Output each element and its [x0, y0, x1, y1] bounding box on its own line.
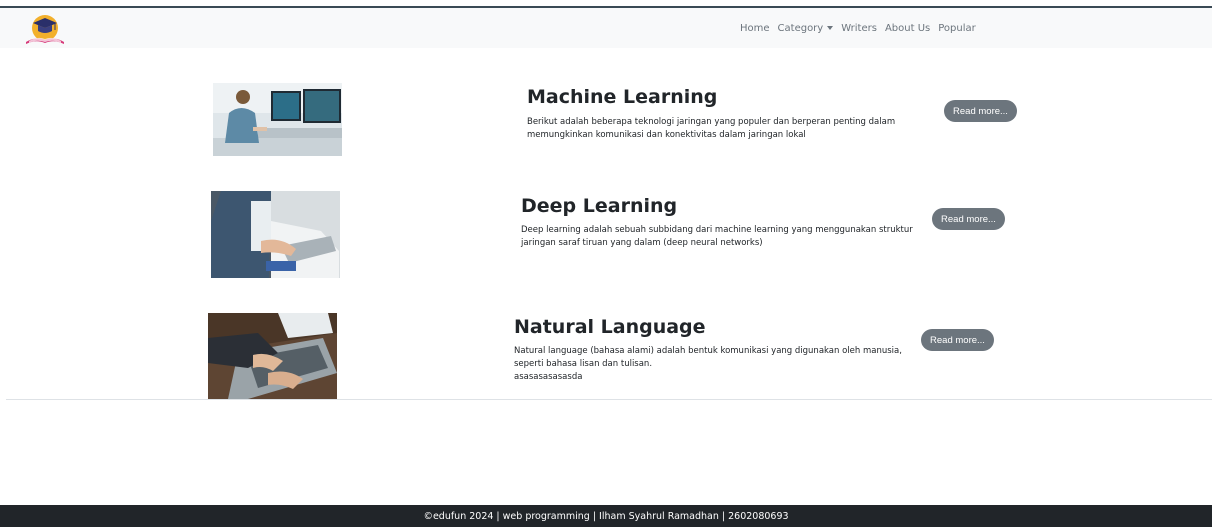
article-image-machine-learning — [213, 83, 342, 156]
article-extra-text: asasasasasasda — [514, 372, 583, 382]
nav-category-label: Category — [777, 22, 824, 34]
article-title: Natural Language — [514, 316, 706, 338]
graduation-book-logo-icon[interactable] — [20, 12, 70, 46]
nav-popular[interactable]: Popular — [938, 23, 976, 34]
article-image-natural-language — [208, 313, 337, 399]
article-description: Natural language (bahasa alami) adalah b… — [514, 345, 914, 384]
content-divider — [6, 399, 1212, 400]
article-image-deep-learning — [211, 191, 340, 278]
footer: ©edufun 2024 | web programming | Ilham S… — [0, 505, 1212, 527]
article-description: Berikut adalah beberapa teknologi jaring… — [527, 117, 896, 140]
footer-text: ©edufun 2024 | web programming | Ilham S… — [423, 510, 789, 522]
nav-category-dropdown[interactable]: Category — [778, 23, 834, 34]
nav-menu: Home Category Writers About Us Popular — [740, 8, 976, 48]
navbar: Home Category Writers About Us Popular — [0, 6, 1212, 48]
article-description: Deep learning adalah sebuah subbidang da… — [521, 225, 913, 248]
article-title: Machine Learning — [527, 86, 718, 108]
read-more-button[interactable]: Read more... — [932, 208, 1005, 230]
nav-home[interactable]: Home — [740, 23, 770, 34]
read-more-button[interactable]: Read more... — [921, 329, 994, 351]
article-description-text: Natural language (bahasa alami) adalah b… — [514, 346, 902, 369]
article-title: Deep Learning — [521, 195, 678, 217]
caret-down-icon — [827, 25, 834, 30]
nav-writers[interactable]: Writers — [841, 23, 877, 34]
read-more-button[interactable]: Read more... — [944, 100, 1017, 122]
nav-about-us[interactable]: About Us — [885, 23, 930, 34]
